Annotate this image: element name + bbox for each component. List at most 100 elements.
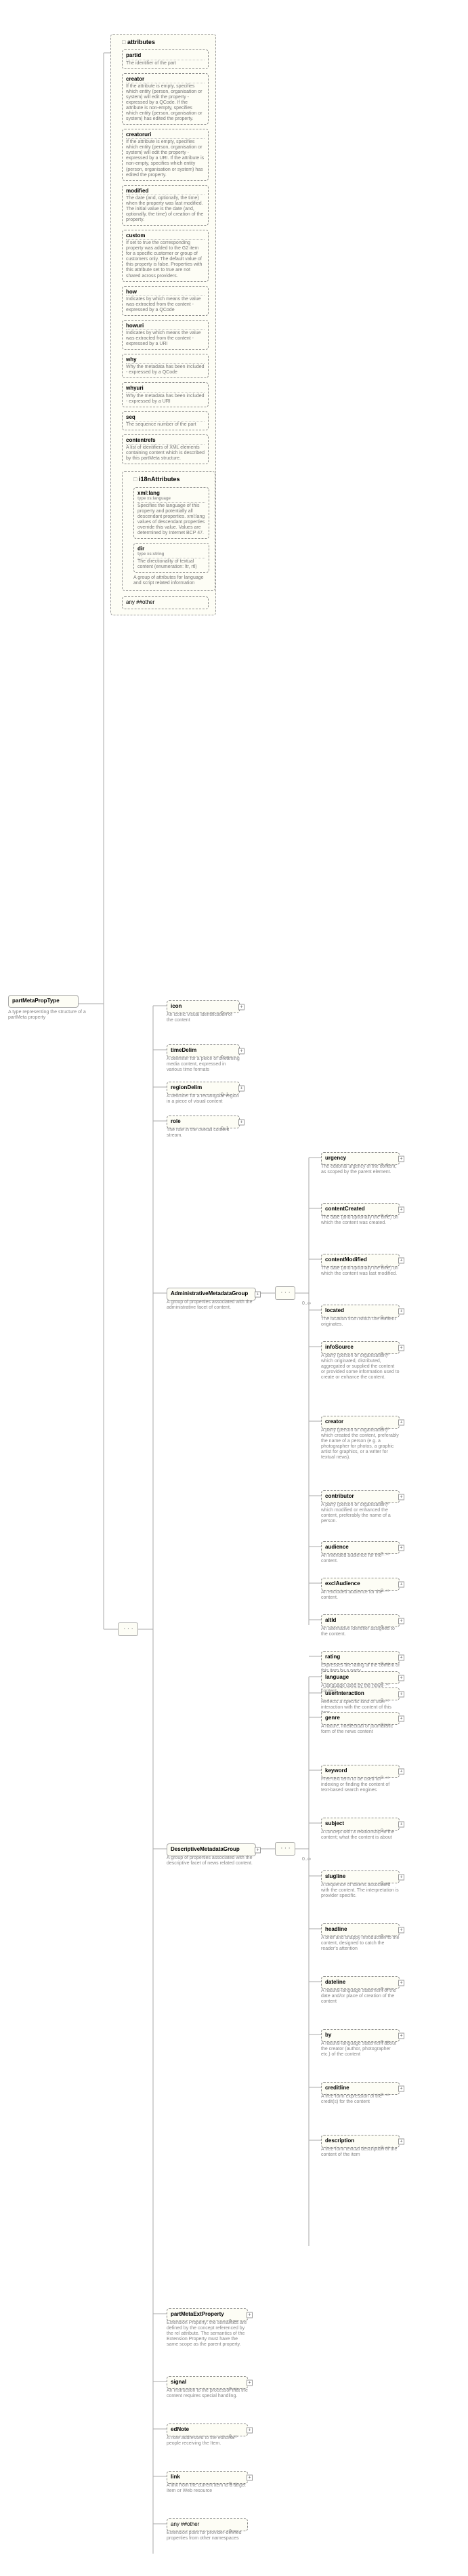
expand-icon[interactable]: + xyxy=(398,1419,404,1425)
attr-desc: Why the metadata has been included - exp… xyxy=(126,394,205,405)
expand-icon[interactable]: + xyxy=(238,1119,244,1125)
el-desc: A note addressed to the editorial people… xyxy=(167,2436,248,2447)
el-desc: A language used by the news content xyxy=(321,1683,400,1694)
el-desc: A group of properties associated with th… xyxy=(167,1300,256,1311)
expand-icon[interactable]: + xyxy=(398,1715,404,1721)
attr-title: how xyxy=(126,289,205,296)
i18n-header: i18nAttributes xyxy=(133,476,211,483)
attr-whyuri: whyuriWhy the metadata has been included… xyxy=(122,382,209,407)
expand-icon[interactable]: + xyxy=(398,1927,404,1933)
el-desc: A group of properties associated with th… xyxy=(167,1856,256,1866)
expand-icon[interactable]: + xyxy=(398,1308,404,1314)
attr-creator: creatorIf the attribute is empty, specif… xyxy=(122,73,209,125)
attr-partid: partidThe identifier of the part xyxy=(122,49,209,68)
el-desc: A sequence of tokens associated with the… xyxy=(321,1883,400,1899)
el-desc: A link from the current item to a target… xyxy=(167,2483,248,2494)
root-type-node: partMetaPropType xyxy=(8,995,79,1008)
expand-icon[interactable]: + xyxy=(238,1004,244,1010)
root-title: partMetaPropType xyxy=(12,998,75,1004)
attr-title: custom xyxy=(126,232,205,240)
el-title: contentModified xyxy=(325,1256,396,1263)
attr-why: whyWhy the metadata has been included - … xyxy=(122,354,209,378)
attr-desc: If set to true the corresponding propert… xyxy=(126,241,205,279)
el-title: audience xyxy=(325,1544,396,1551)
expand-icon[interactable]: + xyxy=(398,2032,404,2039)
el-desc: An alternative identifier assigned to th… xyxy=(321,1627,400,1637)
el-title: genre xyxy=(325,1715,396,1721)
el-desc: A natural-language statement about the c… xyxy=(321,2041,400,2058)
el-title: description xyxy=(325,2138,396,2144)
el-title: icon xyxy=(171,1003,236,1010)
attr-desc: The date (and, optionally, the time) whe… xyxy=(126,196,205,223)
el-desc: The date (and optionally the time) on wh… xyxy=(321,1266,400,1277)
el-desc: The editorial urgency of the content, as… xyxy=(321,1164,400,1175)
el-title: role xyxy=(171,1118,236,1125)
expand-icon[interactable]: + xyxy=(398,1345,404,1351)
attr-modified: modifiedThe date (and, optionally, the t… xyxy=(122,185,209,226)
el-desc: The role in the overall content stream. xyxy=(167,1128,240,1139)
el-title: subject xyxy=(325,1820,396,1827)
main-sequence-icon xyxy=(118,1622,138,1636)
expand-icon[interactable]: + xyxy=(238,1085,244,1091)
attr-desc: If the attribute is empty, specifies whi… xyxy=(126,84,205,122)
el-title: keyword xyxy=(325,1767,396,1774)
expand-icon[interactable]: + xyxy=(238,1048,244,1054)
expand-icon[interactable]: + xyxy=(398,2085,404,2091)
el-title: partMetaExtProperty xyxy=(171,2311,244,2318)
expand-icon[interactable]: + xyxy=(255,1291,261,1297)
attr-group-header: attributes xyxy=(122,39,211,45)
attr-title: why xyxy=(126,356,205,364)
el-title: altId xyxy=(325,1617,396,1624)
admin-card: 0..∞ xyxy=(302,1301,311,1307)
expand-icon[interactable]: + xyxy=(398,1206,404,1212)
expand-icon[interactable]: + xyxy=(247,2474,253,2480)
el-title: slugline xyxy=(325,1873,396,1880)
attr-desc: The directionality of textual content (e… xyxy=(137,559,205,570)
attr-how: howIndicates by which means the value wa… xyxy=(122,286,209,316)
expand-icon[interactable]: + xyxy=(398,1654,404,1660)
expand-icon[interactable]: + xyxy=(398,1980,404,1986)
attr-sub: type xs:string xyxy=(137,552,205,557)
el-desc: A natural-language statement of the date… xyxy=(321,1988,400,2005)
expand-icon[interactable]: + xyxy=(247,2379,253,2386)
expand-icon[interactable]: + xyxy=(398,1156,404,1162)
el-title: by xyxy=(325,2032,396,2039)
expand-icon[interactable]: + xyxy=(398,1618,404,1624)
attr-desc: Indicates by which means the value was e… xyxy=(126,331,205,347)
attr-creatoruri: creatoruriIf the attribute is empty, spe… xyxy=(122,129,209,181)
el-title: contributor xyxy=(325,1493,396,1500)
el-desc: A delimiter for a piece of streaming med… xyxy=(167,1057,240,1073)
admin-sequence-icon xyxy=(275,1286,295,1300)
el-title: link xyxy=(171,2474,244,2480)
attr-title: contentrefs xyxy=(126,437,205,445)
expand-icon[interactable]: + xyxy=(398,1545,404,1551)
el-desc: An iconic visual identification of the c… xyxy=(167,1013,240,1023)
el-desc: A party (person or organisation) which m… xyxy=(321,1502,400,1524)
attr-title: seq xyxy=(126,414,205,422)
expand-icon[interactable]: + xyxy=(398,1768,404,1774)
group-DescriptiveMetadataGroup: DescriptiveMetadataGroup+ xyxy=(167,1843,256,1856)
expand-icon[interactable]: + xyxy=(398,1494,404,1500)
attr-any-other: any ##other xyxy=(122,596,209,609)
expand-icon[interactable]: + xyxy=(398,1821,404,1827)
expand-icon[interactable]: + xyxy=(398,1581,404,1587)
el-title: located xyxy=(325,1307,396,1314)
expand-icon[interactable]: + xyxy=(398,2138,404,2144)
i18n-summary: A group of attributes for language and s… xyxy=(133,575,211,586)
expand-icon[interactable]: + xyxy=(398,1675,404,1681)
expand-icon[interactable]: + xyxy=(398,1874,404,1880)
i18n-group: i18nAttributesxml:langtype xs:languageSp… xyxy=(122,471,215,591)
expand-icon[interactable]: + xyxy=(247,2312,253,2318)
expand-icon[interactable]: + xyxy=(247,2427,253,2433)
el-title: regionDelim xyxy=(171,1084,236,1091)
attr-howuri: howuriIndicates by which means the value… xyxy=(122,320,209,350)
attr-desc: Why the metadata has been included - exp… xyxy=(126,365,205,375)
el-desc: An intended audience for the content. xyxy=(321,1553,400,1564)
el-title: exclAudience xyxy=(325,1580,396,1587)
expand-icon[interactable]: + xyxy=(398,1257,404,1263)
attr-desc: Indicates by which means the value was e… xyxy=(126,297,205,313)
attr-title: partid xyxy=(126,52,205,60)
el-desc: Extension Property: the semantics are de… xyxy=(167,2321,248,2348)
expand-icon[interactable]: + xyxy=(255,1847,261,1853)
el-desc: Free-text term to be used for indexing o… xyxy=(321,1777,400,1793)
